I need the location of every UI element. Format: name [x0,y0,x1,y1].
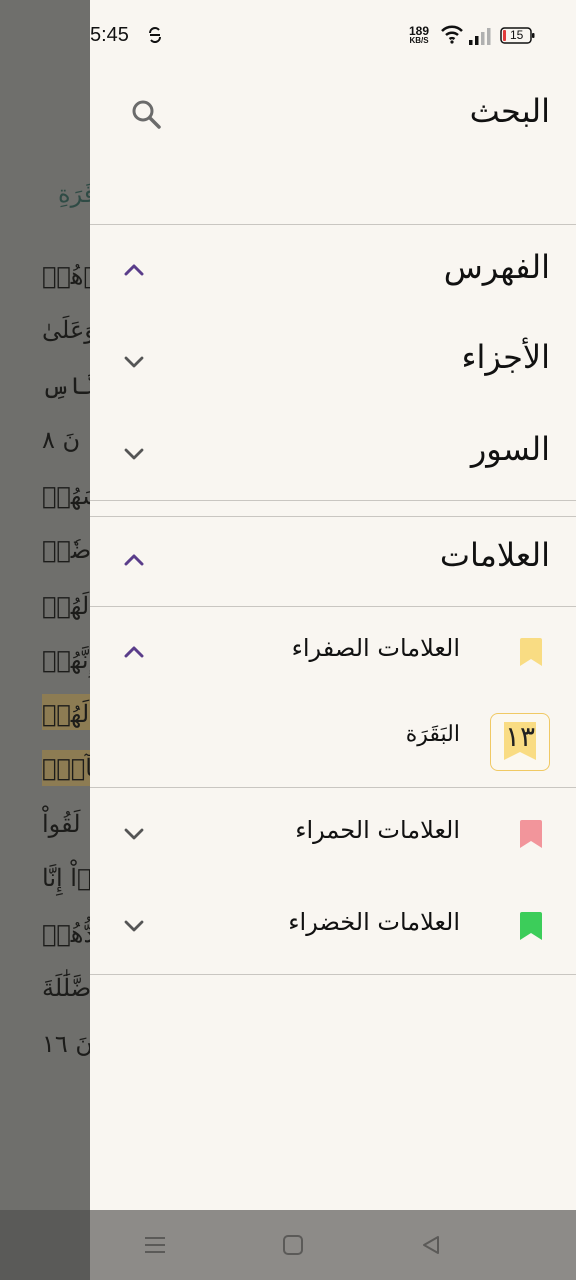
status-time: 5:45 [90,24,129,46]
home-nav-icon[interactable] [278,1230,308,1260]
yellow-bookmarks-header[interactable]: العلامات الصفراء [90,624,576,680]
menu-nav-icon[interactable] [140,1230,170,1260]
chevron-up-icon[interactable] [122,258,146,282]
parts-label: الأجزاء [461,338,550,376]
bookmark-surah-name: البَقَرَة [405,722,460,747]
search-label: البحث [469,92,550,130]
search-icon[interactable] [130,98,162,134]
parts-item[interactable]: الأجزاء [90,330,576,392]
divider [90,516,576,517]
red-bookmark-icon [520,820,542,848]
chevron-down-icon[interactable] [122,914,146,938]
surahs-item[interactable]: السور [90,422,576,484]
chevron-down-icon[interactable] [122,350,146,374]
network-speed: 189 KB/S [409,24,430,46]
yellow-bookmark-icon [520,638,542,666]
quran-line: لَقُواْ [42,810,81,838]
red-bookmarks-label: العلامات الحمراء [295,816,460,844]
surahs-label: السور [470,430,550,468]
quran-line: نَ ١٦ [42,1030,94,1058]
bookmark-page-number: ١٣ [504,720,536,753]
navigation-drawer: 5:45 189 KB/S 15 البحث الفهرس الأجزاء ال… [90,0,576,1210]
bookmark-page-badge: ١٣ [490,713,550,771]
battery-level: 15 [510,28,524,42]
green-bookmark-icon [520,912,542,940]
index-header[interactable]: الفهرس [90,240,576,302]
red-bookmarks-header[interactable]: العلامات الحمراء [90,806,576,862]
divider [90,787,576,788]
search-row[interactable]: البحث [90,80,576,150]
chevron-up-icon[interactable] [122,548,146,572]
chevron-up-icon[interactable] [122,640,146,664]
wifi-icon [440,24,464,48]
quran-line: لَهُمۡ [42,700,90,728]
bookmarks-label: العلامات [439,536,550,574]
quran-line: إِنَّهُمۡ [42,646,96,674]
divider [90,974,576,975]
sync-icon [148,26,162,48]
yellow-bookmarks-label: العلامات الصفراء [291,634,460,662]
green-bookmarks-header[interactable]: العلامات الخضراء [90,898,576,954]
quran-line: نَ ٨ [42,426,81,454]
system-nav-bar-drawer-part [90,1210,576,1280]
signal-icon [468,28,492,50]
network-speed-unit: KB/S [409,36,429,45]
chevron-down-icon[interactable] [122,822,146,846]
index-label: الفهرس [443,248,550,286]
quran-line: ضَّلَٰلَةَ [42,974,92,1002]
network-speed-value: 189 [409,24,430,38]
green-bookmarks-label: العلامات الخضراء [288,908,460,936]
divider [90,606,576,607]
battery-icon: 15 [500,27,536,49]
bookmark-item-albaqarah[interactable]: البَقَرَة ١٣ [90,700,576,784]
status-bar: 5:45 189 KB/S 15 [90,0,576,70]
quran-line: وَعَلَىٰ [42,316,96,344]
quran-line: لَهُمۡ [42,592,90,620]
divider [90,500,576,501]
chevron-down-icon[interactable] [122,442,146,466]
back-nav-icon[interactable] [416,1230,446,1260]
bookmarks-header[interactable]: العلامات [90,528,576,590]
divider [90,224,576,225]
